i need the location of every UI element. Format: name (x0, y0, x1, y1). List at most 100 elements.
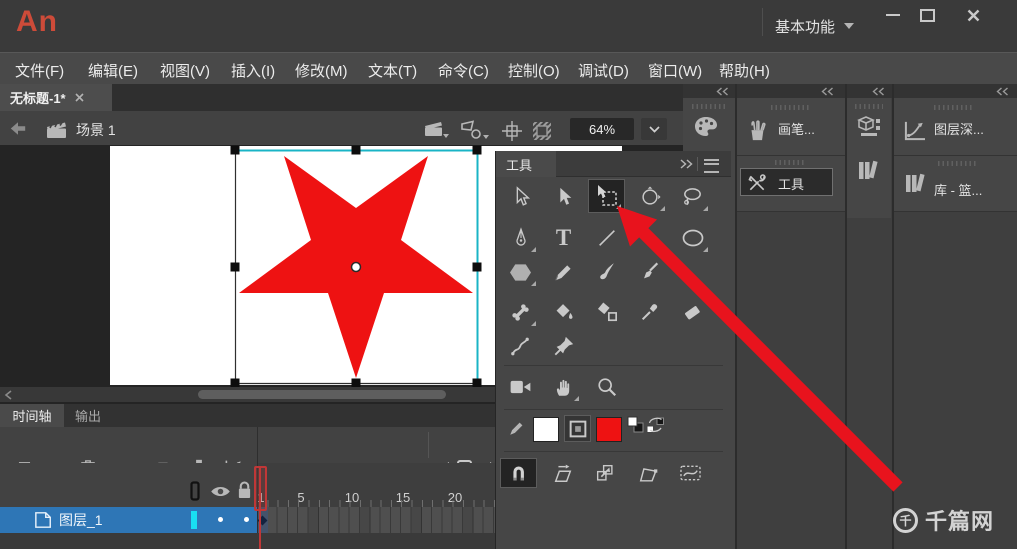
close-button[interactable] (958, 4, 988, 26)
subselection-tool[interactable] (545, 180, 582, 214)
menu-item-help[interactable]: 帮助(H) (719, 60, 770, 81)
menu-item-edit[interactable]: 编辑(E) (88, 60, 138, 81)
classic-brush-tool[interactable] (631, 255, 668, 289)
swap-colors-icon[interactable] (646, 416, 665, 434)
eye-icon[interactable] (210, 485, 231, 498)
edit-symbols-icon[interactable] (460, 120, 490, 141)
menu-item-file[interactable]: 文件(F) (15, 60, 64, 81)
close-tab-icon[interactable] (75, 93, 84, 102)
snap-to-objects-toggle[interactable] (500, 458, 537, 488)
fluid-brush-tool[interactable] (588, 255, 625, 289)
tool-flyout-icon (531, 281, 536, 286)
stroke-color-swatch[interactable] (533, 417, 559, 442)
tab-timeline-label: 时间轴 (12, 409, 52, 424)
menu-item-debug[interactable]: 调试(D) (578, 60, 629, 81)
tab-output[interactable]: 输出 (64, 404, 112, 427)
scroll-left-icon[interactable] (4, 390, 13, 400)
collapse-panel-icon[interactable] (993, 87, 1011, 96)
tools-panel-tab[interactable]: 工具 (496, 151, 556, 177)
fill-color-swatch[interactable] (596, 417, 622, 442)
pen-tool[interactable] (502, 221, 539, 255)
pin-tool[interactable] (545, 329, 582, 363)
fill-icon (569, 420, 586, 437)
menu-item-commands[interactable]: 命令(C) (438, 60, 489, 81)
text-tool[interactable]: T (545, 221, 582, 255)
collapse-panel-icon[interactable] (869, 87, 887, 96)
scrollbar-thumb[interactable] (198, 390, 446, 399)
zoom-tool[interactable] (588, 370, 625, 404)
maximize-button[interactable] (912, 4, 942, 26)
panel-button-label: 图层深... (934, 122, 984, 137)
layer-name[interactable]: 图层_1 (59, 510, 103, 530)
title-bar: An 基本功能 (0, 0, 1017, 52)
envelope-option[interactable] (672, 458, 709, 488)
center-frame-icon[interactable] (502, 121, 522, 141)
magnet-icon (513, 466, 524, 480)
polystar-tool[interactable] (502, 255, 539, 289)
distort-icon (639, 467, 657, 482)
free-transform-tool[interactable] (588, 179, 625, 213)
workspace-switcher[interactable]: 基本功能 (775, 14, 855, 38)
panel-button-brushes[interactable]: 画笔... (737, 98, 845, 156)
layer-row[interactable]: 图层_1 (0, 507, 257, 533)
envelope-icon (680, 465, 701, 481)
layer-lock-dot[interactable] (244, 517, 249, 522)
camera-tool[interactable] (502, 370, 539, 404)
rectangle-tool[interactable] (631, 221, 668, 255)
divider (504, 451, 723, 452)
scale-option[interactable] (586, 458, 623, 488)
paint-bucket-tool[interactable] (545, 295, 582, 329)
collapse-panel-icon[interactable] (713, 87, 731, 96)
pencil-tool[interactable] (545, 255, 582, 289)
panel-button-tools[interactable]: 工具 (737, 156, 845, 212)
menu-item-insert[interactable]: 插入(I) (231, 60, 275, 81)
menu-item-text[interactable]: 文本(T) (368, 60, 417, 81)
zoom-level-input[interactable]: 64% (570, 118, 634, 140)
fill-object-toggle[interactable] (564, 415, 591, 442)
gradient-transform-tool[interactable] (631, 180, 668, 214)
edit-scene-icon[interactable] (424, 120, 450, 140)
hand-tool[interactable] (545, 370, 582, 404)
back-arrow-icon[interactable] (9, 121, 27, 136)
library-icon[interactable] (857, 160, 881, 180)
collapse-to-icons-icon[interactable] (679, 159, 693, 169)
bone-tool[interactable] (502, 295, 539, 329)
eraser-tool[interactable] (674, 295, 711, 329)
panel-button-label: 画笔... (778, 122, 815, 137)
menu-bar: 文件(F) 编辑(E) 视图(V) 插入(I) 修改(M) 文本(T) 命令(C… (0, 52, 1017, 84)
menu-item-window[interactable]: 窗口(W) (648, 60, 702, 81)
minimize-button[interactable] (878, 4, 908, 26)
distort-option[interactable] (629, 458, 666, 488)
dock-column-icons-right (847, 98, 891, 549)
collapse-panel-icon[interactable] (818, 87, 836, 96)
menu-item-modify[interactable]: 修改(M) (295, 60, 348, 81)
color-panel-icon[interactable] (694, 116, 718, 137)
menu-item-control[interactable]: 控制(O) (508, 60, 560, 81)
menu-item-view[interactable]: 视图(V) (160, 60, 210, 81)
layer-outline-swatch[interactable] (191, 511, 197, 529)
tab-timeline[interactable]: 时间轴 (0, 404, 64, 427)
outline-column-icon[interactable] (190, 481, 200, 501)
eyedropper-tool[interactable] (631, 295, 668, 329)
lasso-tool[interactable] (674, 180, 711, 214)
panel-menu-icon[interactable] (704, 159, 719, 173)
oval-tool[interactable] (674, 221, 711, 255)
tab-output-label: 输出 (74, 409, 101, 424)
clip-content-icon[interactable] (531, 120, 554, 142)
default-colors-icon[interactable] (627, 416, 644, 433)
document-tab[interactable]: 无标题-1* (0, 84, 112, 111)
transform-point[interactable] (350, 261, 362, 273)
asset-warp-tool[interactable] (502, 329, 539, 363)
panel-button-label: 库 - 篮... (934, 183, 983, 198)
selection-tool[interactable] (502, 180, 539, 214)
panel-button-layer-depth[interactable]: 图层深... (894, 98, 1017, 156)
line-tool[interactable] (588, 221, 625, 255)
assets-panel-icon[interactable] (857, 116, 882, 138)
rotate-skew-option[interactable] (544, 458, 581, 488)
layer-visibility-dot[interactable] (218, 517, 223, 522)
panel-button-label: 工具 (778, 177, 805, 192)
ink-bottle-tool[interactable] (588, 295, 625, 329)
panel-button-library[interactable]: 库 - 篮... (894, 156, 1017, 212)
lock-icon[interactable] (237, 480, 252, 500)
zoom-dropdown-button[interactable] (641, 118, 667, 140)
